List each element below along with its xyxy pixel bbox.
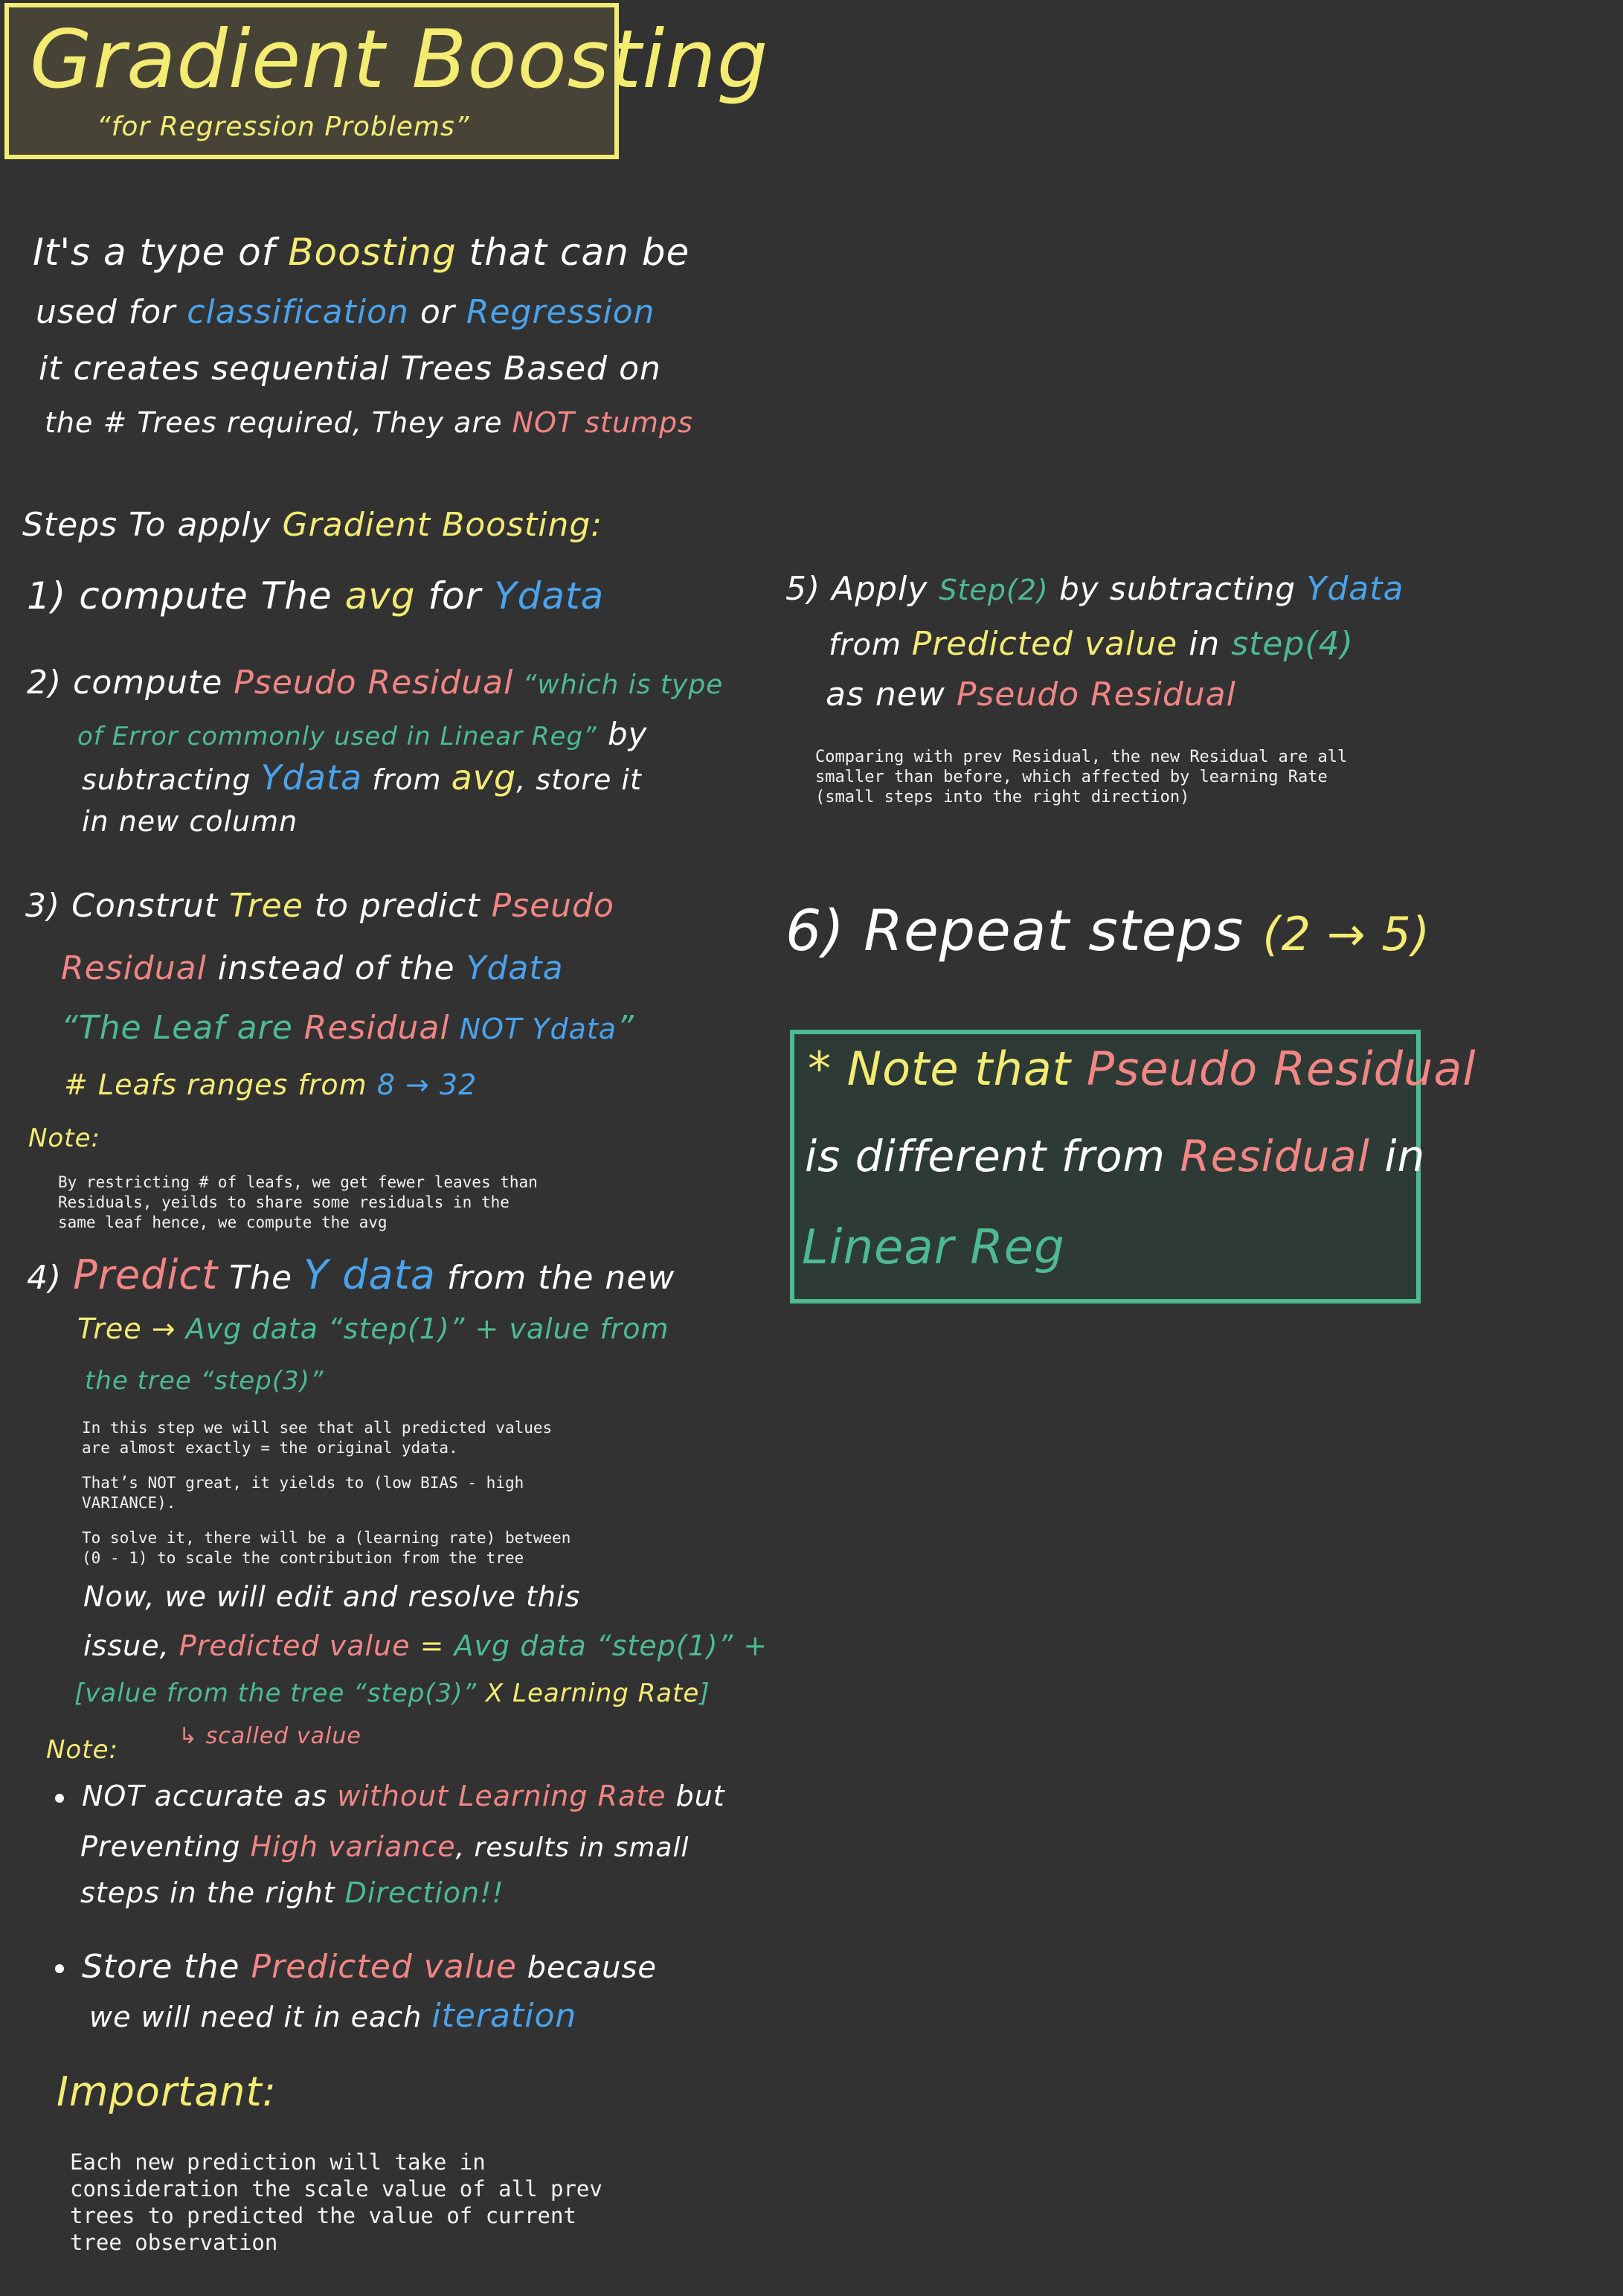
bullet-2-line-1: Store the Predicted value because (55, 1948, 657, 1986)
step-4-text-3: To solve it, there will be a (learning r… (82, 1529, 571, 1567)
step-2-line-4: in new column (82, 805, 298, 838)
step-4-text-1: In this step we will see that all predic… (82, 1419, 553, 1457)
note-box-line-1: * Note that Pseudo Residual (808, 1042, 1476, 1096)
step-1: 1) compute The avg for Ydata (27, 574, 605, 618)
step-3-note-text: By restricting # of leafs, we get fewer … (58, 1173, 538, 1231)
step-2-line-2: of Error commonly used in Linear Reg” by (77, 716, 648, 752)
page-title: Gradient Boosting (30, 13, 769, 106)
intro-line-1: It's a type of Boosting that can be (33, 231, 690, 274)
step-4-line-1: 4) Predict The Y data from the new (27, 1251, 675, 1298)
scaled-value-annotation: ↳ scalled value (179, 1723, 361, 1749)
note-box-line-2: is different from Residual in (805, 1131, 1426, 1181)
step-3-line-2: Residual instead of the Ydata (61, 949, 564, 987)
bullet-1-line-1: NOT accurate as without Learning Rate bu… (55, 1780, 725, 1812)
step-5-line-3: as new Pseudo Residual (826, 676, 1236, 714)
step-3-line-3: “The Leaf are Residual NOT Ydata” (61, 1009, 634, 1047)
bullet-dot (55, 1964, 64, 1973)
step-6: 6) Repeat steps (2 → 5) (785, 897, 1431, 963)
step-5-line-1: 5) Apply Step(2) by subtracting Ydata (785, 570, 1404, 608)
intro-line-3: it creates sequential Trees Based on (39, 350, 661, 388)
bullet-2-line-2: we will need it in each iteration (89, 1997, 577, 2035)
step-4-text-2: That’s NOT great, it yields to (low BIAS… (82, 1474, 524, 1512)
step-5-line-2: from Predicted value in step(4) (829, 625, 1354, 663)
intro-line-4: the # Trees required, They are NOT stump… (45, 406, 693, 439)
note-box-line-3: Linear Reg (802, 1220, 1065, 1275)
step-3-line-4: # Leafs ranges from 8 → 32 (64, 1068, 478, 1101)
step-3-note-label: Note: (28, 1123, 100, 1153)
bullet-dot (55, 1793, 64, 1803)
bullet-1-line-3: steps in the right Direction!! (80, 1876, 504, 1909)
step-4-line-5: issue, Predicted value = Avg data “step(… (83, 1629, 768, 1662)
step-4-line-6: [value from the tree “step(3)” X Learnin… (74, 1678, 710, 1708)
step-3-line-1: 3) Construt Tree to predict Pseudo (25, 887, 614, 925)
page-subtitle: “for Regression Problems” (97, 112, 470, 142)
step-2-line-1: 2) compute Pseudo Residual “which is typ… (27, 664, 724, 702)
steps-heading: Steps To apply Gradient Boosting: (22, 506, 603, 544)
bullet-1-line-2: Preventing High variance, results in sma… (80, 1830, 690, 1863)
step-5-text: Comparing with prev Residual, the new Re… (815, 748, 1348, 807)
step-2-line-3: subtracting Ydata from avg, store it (82, 757, 642, 798)
step-4-note-label: Note: (46, 1735, 118, 1765)
step-4-line-3: the tree “step(3)” (85, 1366, 324, 1396)
important-text: Each new prediction will take in conside… (70, 2149, 602, 2255)
intro-line-2: used for classification or Regression (36, 293, 655, 331)
step-4-line-2: Tree → Avg data “step(1)” + value from (77, 1312, 669, 1345)
important-label: Important: (57, 2068, 277, 2115)
step-4-line-4: Now, we will edit and resolve this (83, 1580, 581, 1613)
